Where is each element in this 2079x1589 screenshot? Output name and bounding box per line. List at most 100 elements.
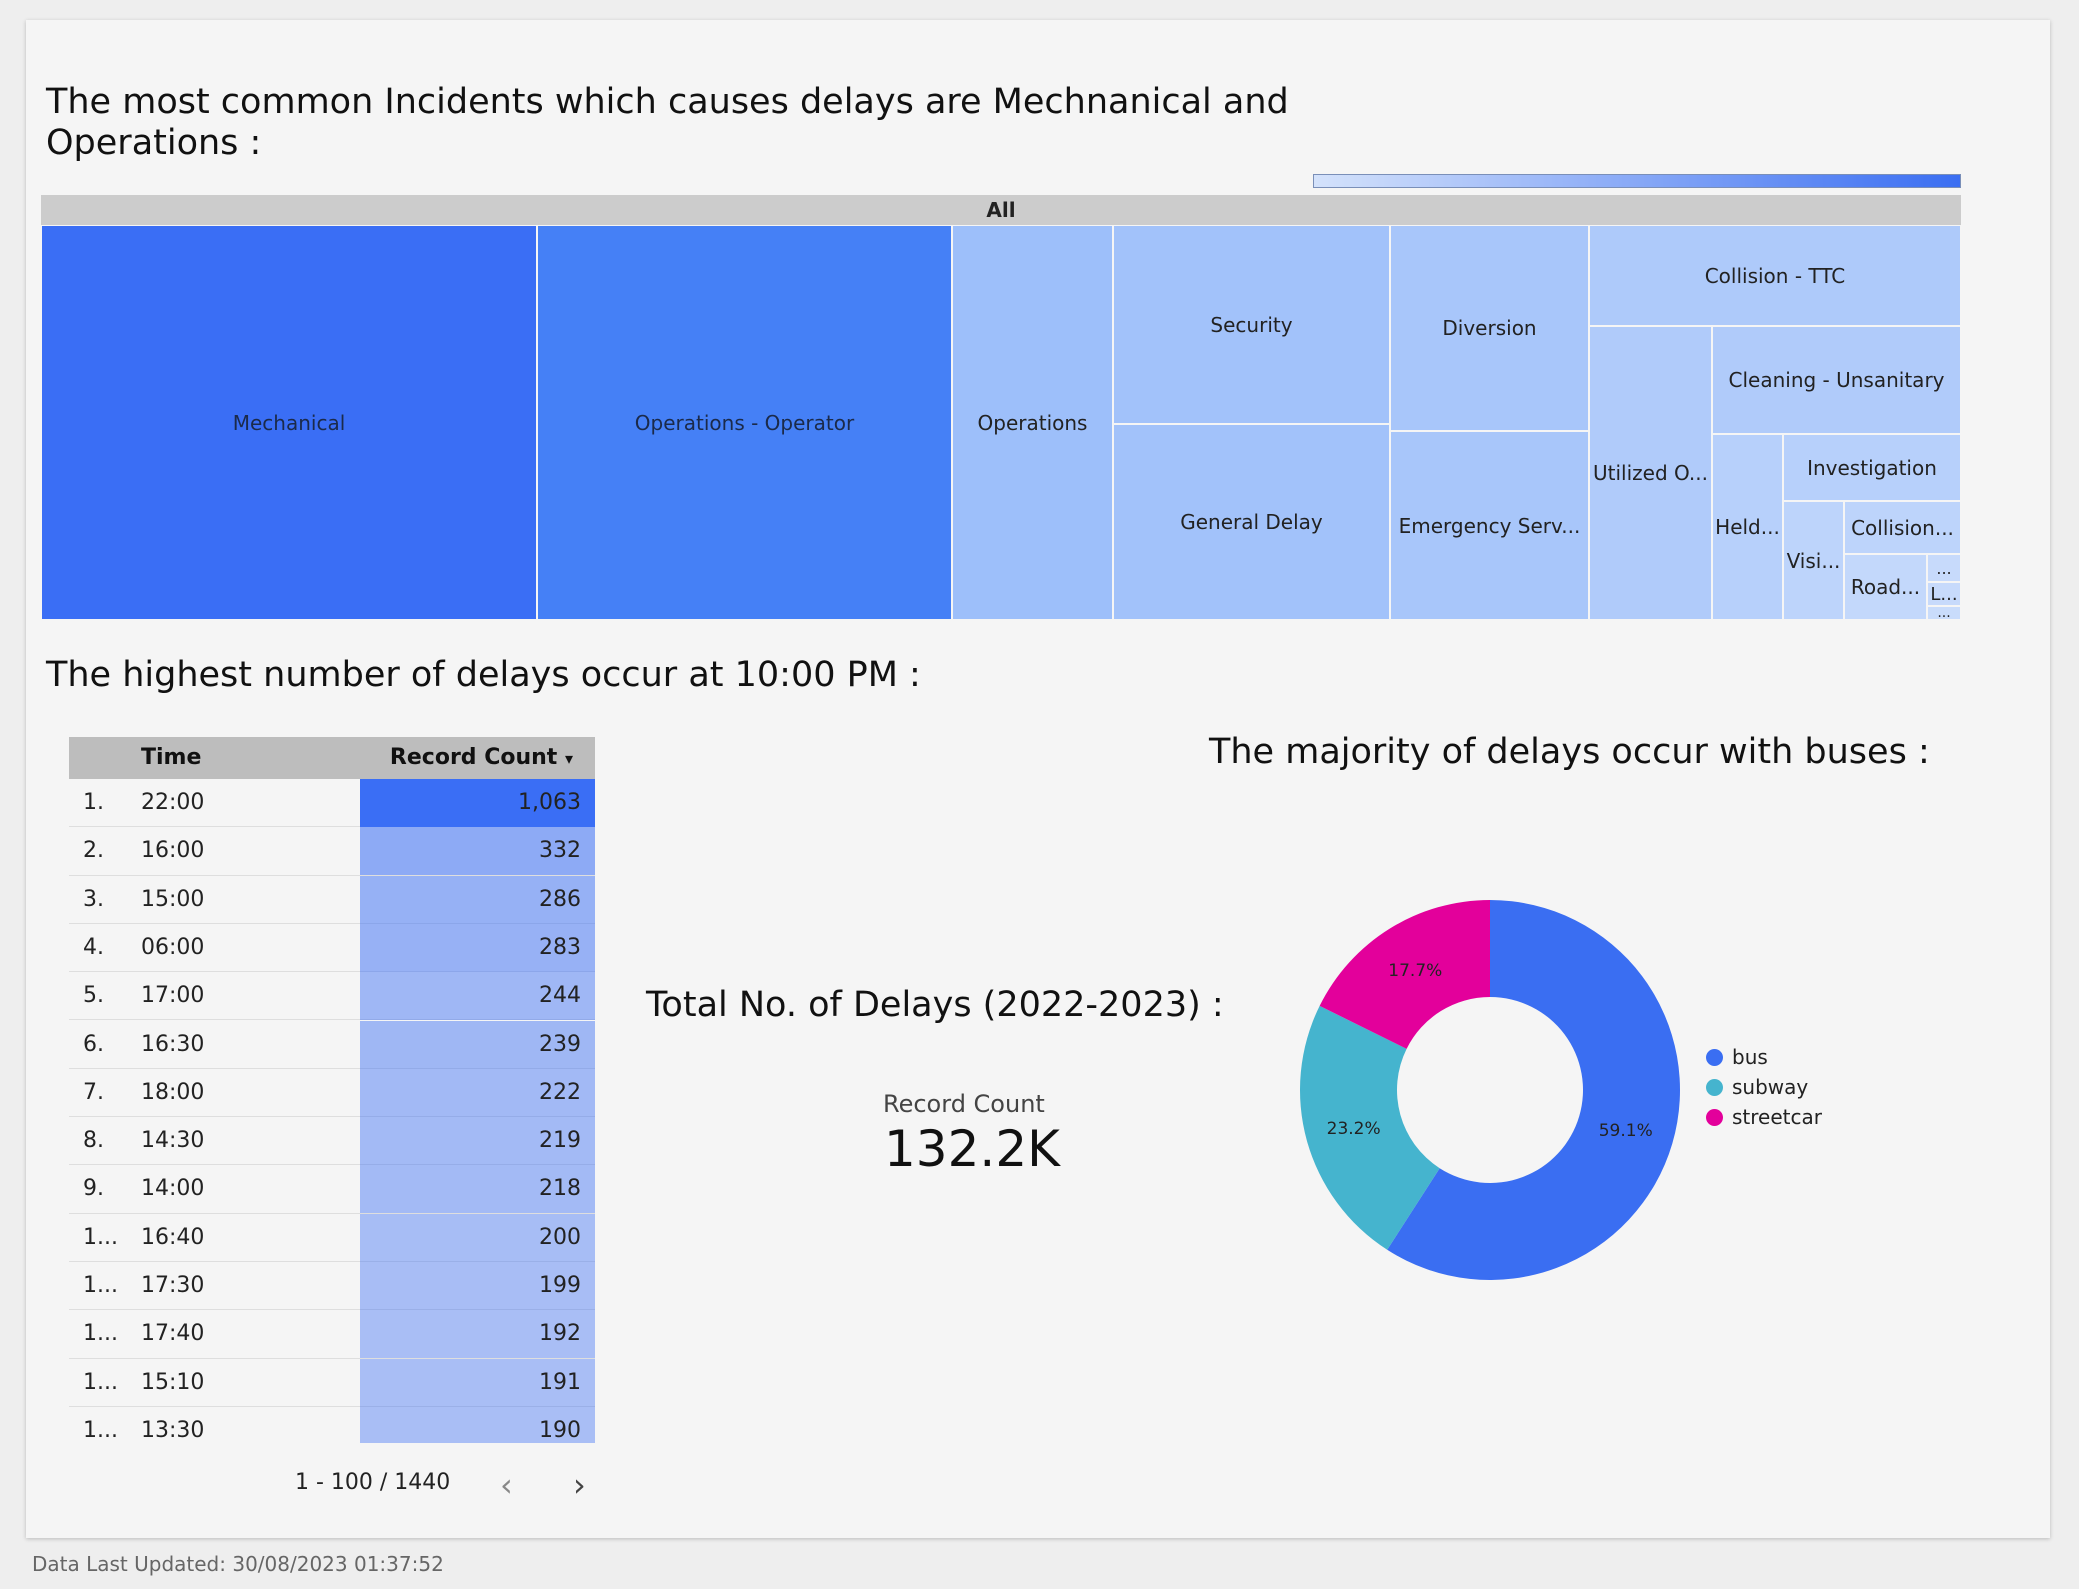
donut-slice-label: 59.1% xyxy=(1599,1121,1653,1141)
table-heading: The highest number of delays occur at 10… xyxy=(46,655,921,695)
record-count-cell: 239 xyxy=(539,1031,581,1057)
legend-item-subway[interactable]: subway xyxy=(1706,1072,1822,1102)
time-cell: 14:00 xyxy=(141,1176,205,1202)
record-count-cell: 218 xyxy=(539,1176,581,1202)
legend-dot-icon xyxy=(1706,1079,1723,1096)
treemap-cell[interactable]: Mechanical xyxy=(41,225,537,620)
table-row[interactable]: 1. 22:00 1,063 xyxy=(69,779,595,828)
treemap-cell[interactable]: Diversion xyxy=(1390,225,1589,431)
record-count-cell: 222 xyxy=(539,1079,581,1105)
time-cell: 16:30 xyxy=(141,1031,205,1057)
legend-item-streetcar[interactable]: streetcar xyxy=(1706,1102,1822,1132)
table-row[interactable]: 1... 15:10 191 xyxy=(69,1358,595,1407)
record-count-cell: 192 xyxy=(539,1321,581,1347)
treemap-cell[interactable]: Operations - Operator xyxy=(537,225,952,620)
table-row[interactable]: 1... 17:30 199 xyxy=(69,1262,595,1311)
treemap-cell[interactable]: Collision... xyxy=(1844,501,1961,554)
incident-treemap[interactable]: All Mechanical Operations - Operator Ope… xyxy=(41,195,1961,620)
table-row[interactable]: 8. 14:30 219 xyxy=(69,1117,595,1166)
table-row[interactable]: 6. 16:30 239 xyxy=(69,1020,595,1069)
row-index: 1... xyxy=(83,1273,118,1298)
record-count-cell: 190 xyxy=(539,1417,581,1443)
treemap-cell[interactable]: ... xyxy=(1927,606,1961,620)
treemap-cell[interactable]: Operations xyxy=(952,225,1113,620)
delay-time-table: Time Record Count ▾ 1. 22:00 1,063 2. 16:00 3… xyxy=(69,737,595,1443)
row-index: 1... xyxy=(83,1369,118,1395)
record-count-cell: 286 xyxy=(539,886,581,912)
donut-slice-label: 17.7% xyxy=(1388,961,1442,981)
row-index: 1... xyxy=(83,1321,118,1347)
treemap-root-header[interactable]: All xyxy=(41,195,1961,225)
table-row[interactable]: 1... 16:40 200 xyxy=(69,1213,595,1262)
record-count-cell: 200 xyxy=(539,1224,581,1250)
row-index: 8. xyxy=(83,1128,104,1154)
legend-dot-icon xyxy=(1706,1109,1723,1126)
legend-label: subway xyxy=(1732,1075,1809,1099)
legend-dot-icon xyxy=(1706,1049,1723,1066)
chevron-left-icon: ‹ xyxy=(500,1466,513,1504)
time-cell: 17:30 xyxy=(141,1273,205,1298)
time-cell: 14:30 xyxy=(141,1128,205,1154)
record-count-cell: 191 xyxy=(539,1369,581,1395)
donut-slice-label: 23.2% xyxy=(1327,1119,1381,1139)
row-index: 5. xyxy=(83,983,104,1009)
treemap-cell[interactable]: General Delay xyxy=(1113,424,1390,620)
vehicle-donut-chart[interactable]: 59.1% 23.2% 17.7% xyxy=(1280,880,1700,1300)
table-row[interactable]: 2. 16:00 332 xyxy=(69,827,595,876)
table-row[interactable]: 1... 17:40 192 xyxy=(69,1310,595,1359)
table-row[interactable]: 7. 18:00 222 xyxy=(69,1068,595,1118)
previous-page-button[interactable]: ‹ xyxy=(500,1469,513,1501)
column-header-time[interactable]: Time xyxy=(141,737,201,779)
legend-item-bus[interactable]: bus xyxy=(1706,1042,1822,1072)
column-header-record-count[interactable]: Record Count ▾ xyxy=(390,737,573,780)
row-index: 9. xyxy=(83,1176,104,1202)
table-row[interactable]: 4. 06:00 283 xyxy=(69,923,595,973)
time-cell: 22:00 xyxy=(141,790,205,815)
next-page-button[interactable]: › xyxy=(573,1469,586,1501)
time-cell: 17:00 xyxy=(141,983,205,1009)
treemap-cell[interactable]: Security xyxy=(1113,225,1390,424)
treemap-cell[interactable]: Held... xyxy=(1712,434,1783,620)
time-cell: 16:00 xyxy=(141,838,205,864)
treemap-cell[interactable]: L... xyxy=(1927,582,1961,606)
treemap-cell[interactable]: Investigation xyxy=(1783,434,1961,501)
record-count-cell: 199 xyxy=(539,1273,581,1298)
record-count-cell: 1,063 xyxy=(518,790,581,815)
table-row[interactable]: 5. 17:00 244 xyxy=(69,972,595,1021)
scorecard-value: 132.2K xyxy=(884,1120,1060,1178)
table-row[interactable]: 9. 14:00 218 xyxy=(69,1165,595,1214)
record-count-cell: 244 xyxy=(539,983,581,1009)
total-heading: Total No. of Delays (2022-2023) : xyxy=(646,985,1224,1025)
scorecard-label: Record Count xyxy=(883,1090,1045,1118)
time-cell: 06:00 xyxy=(141,934,205,960)
treemap-cell[interactable]: Emergency Serv... xyxy=(1390,431,1589,620)
treemap-heading: The most common Incidents which causes d… xyxy=(46,82,1289,163)
row-index: 3. xyxy=(83,886,104,912)
pie-heading: The majority of delays occur with buses … xyxy=(1209,732,1930,772)
time-cell: 15:10 xyxy=(141,1369,205,1395)
time-cell: 17:40 xyxy=(141,1321,205,1347)
pie-legend: bus subway streetcar xyxy=(1706,1042,1822,1132)
data-last-updated: Data Last Updated: 30/08/2023 01:37:52 xyxy=(32,1552,444,1576)
treemap-cell[interactable]: Collision - TTC xyxy=(1589,225,1961,326)
treemap-cell[interactable]: Cleaning - Unsanitary xyxy=(1712,326,1961,434)
chevron-right-icon: › xyxy=(573,1466,586,1504)
treemap-cell[interactable]: ... xyxy=(1927,554,1961,582)
treemap-cell[interactable]: Utilized O... xyxy=(1589,326,1712,620)
time-cell: 18:00 xyxy=(141,1079,205,1105)
treemap-cell[interactable]: Visi... xyxy=(1783,501,1844,620)
treemap-cell[interactable]: Road... xyxy=(1844,554,1927,620)
table-header: Time Record Count ▾ xyxy=(69,737,595,779)
record-count-cell: 219 xyxy=(539,1128,581,1154)
table-row[interactable]: 1... 13:30 190 xyxy=(69,1406,595,1443)
table-row[interactable]: 3. 15:00 286 xyxy=(69,875,595,924)
legend-label: streetcar xyxy=(1732,1105,1822,1129)
time-cell: 15:00 xyxy=(141,886,205,912)
legend-label: bus xyxy=(1732,1045,1768,1069)
sort-descending-icon: ▾ xyxy=(564,749,573,768)
row-index: 1... xyxy=(83,1224,118,1250)
record-count-cell: 283 xyxy=(539,934,581,960)
row-index: 1... xyxy=(83,1417,118,1443)
row-index: 4. xyxy=(83,934,104,960)
record-count-cell: 332 xyxy=(539,838,581,864)
